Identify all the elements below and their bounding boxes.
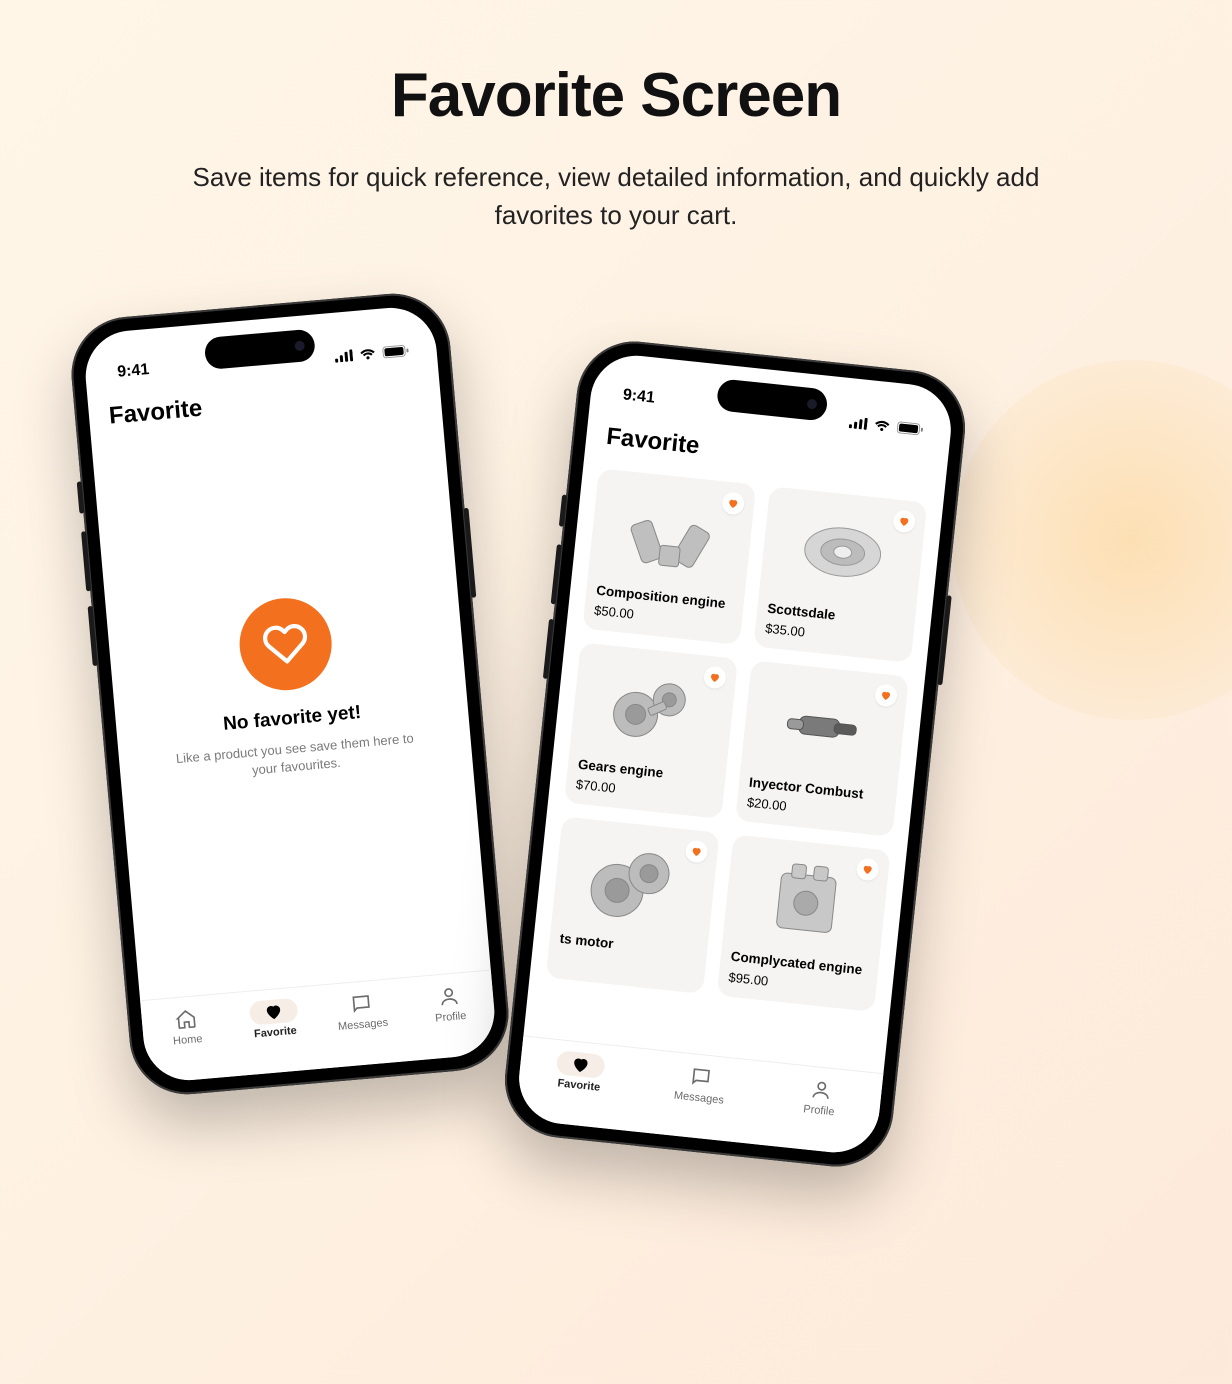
profile-icon (809, 1077, 833, 1103)
phone-mock-empty: 9:41 Favorite No f (67, 289, 514, 1099)
product-image (732, 846, 879, 956)
messages-icon (349, 991, 373, 1017)
tab-messages-label: Messages (338, 1017, 389, 1033)
phone-mock-grid: 9:41 Favorite (499, 336, 970, 1172)
product-card[interactable]: Gears engine $70.00 (564, 643, 738, 820)
empty-state-subtitle: Like a product you see save them here to… (174, 730, 416, 787)
status-time: 9:41 (117, 361, 150, 382)
tab-favorite[interactable]: Favorite (518, 1047, 642, 1098)
profile-icon (437, 984, 461, 1010)
empty-state-title: No favorite yet! (222, 702, 362, 736)
battery-icon (382, 345, 409, 359)
heart-icon (556, 1051, 606, 1080)
tab-home-label: Home (173, 1033, 203, 1048)
tab-profile[interactable]: Profile (758, 1072, 882, 1123)
status-time: 9:41 (622, 387, 656, 408)
home-icon (174, 1007, 198, 1033)
tab-messages[interactable]: Messages (316, 989, 407, 1036)
product-image (580, 654, 727, 764)
product-image (561, 828, 708, 938)
wifi-icon (358, 348, 377, 362)
page-title: Favorite Screen (0, 60, 1232, 131)
cellular-signal-icon (334, 350, 353, 364)
page-subtitle: Save items for quick reference, view det… (186, 159, 1046, 234)
product-card[interactable]: Inyector Combust $20.00 (735, 661, 909, 838)
product-card[interactable]: ts motor (546, 817, 720, 994)
product-image (751, 672, 898, 782)
tab-profile-label: Profile (803, 1103, 835, 1118)
tab-messages[interactable]: Messages (638, 1059, 762, 1110)
product-image (769, 498, 916, 608)
battery-icon (896, 422, 923, 437)
cellular-signal-icon (849, 417, 868, 431)
product-name: ts motor (559, 931, 698, 962)
tab-profile-label: Profile (435, 1010, 467, 1025)
product-card[interactable]: Composition engine $50.00 (582, 469, 756, 646)
heart-icon (249, 998, 299, 1026)
empty-heart-icon (236, 595, 336, 695)
messages-icon (689, 1065, 713, 1091)
tab-home[interactable]: Home (141, 1004, 232, 1051)
tab-favorite[interactable]: Favorite (229, 996, 320, 1043)
favorites-grid: Composition engine $50.00 Scottsdale $35… (523, 461, 943, 1074)
wifi-icon (873, 419, 892, 433)
tab-profile[interactable]: Profile (404, 981, 495, 1028)
tab-favorite-label: Favorite (557, 1078, 601, 1094)
tab-favorite-label: Favorite (254, 1025, 298, 1041)
product-image (598, 480, 745, 590)
product-card[interactable]: Complycated engine $95.00 (717, 835, 891, 1012)
tab-messages-label: Messages (673, 1090, 724, 1107)
product-card[interactable]: Scottsdale $35.00 (753, 487, 927, 664)
